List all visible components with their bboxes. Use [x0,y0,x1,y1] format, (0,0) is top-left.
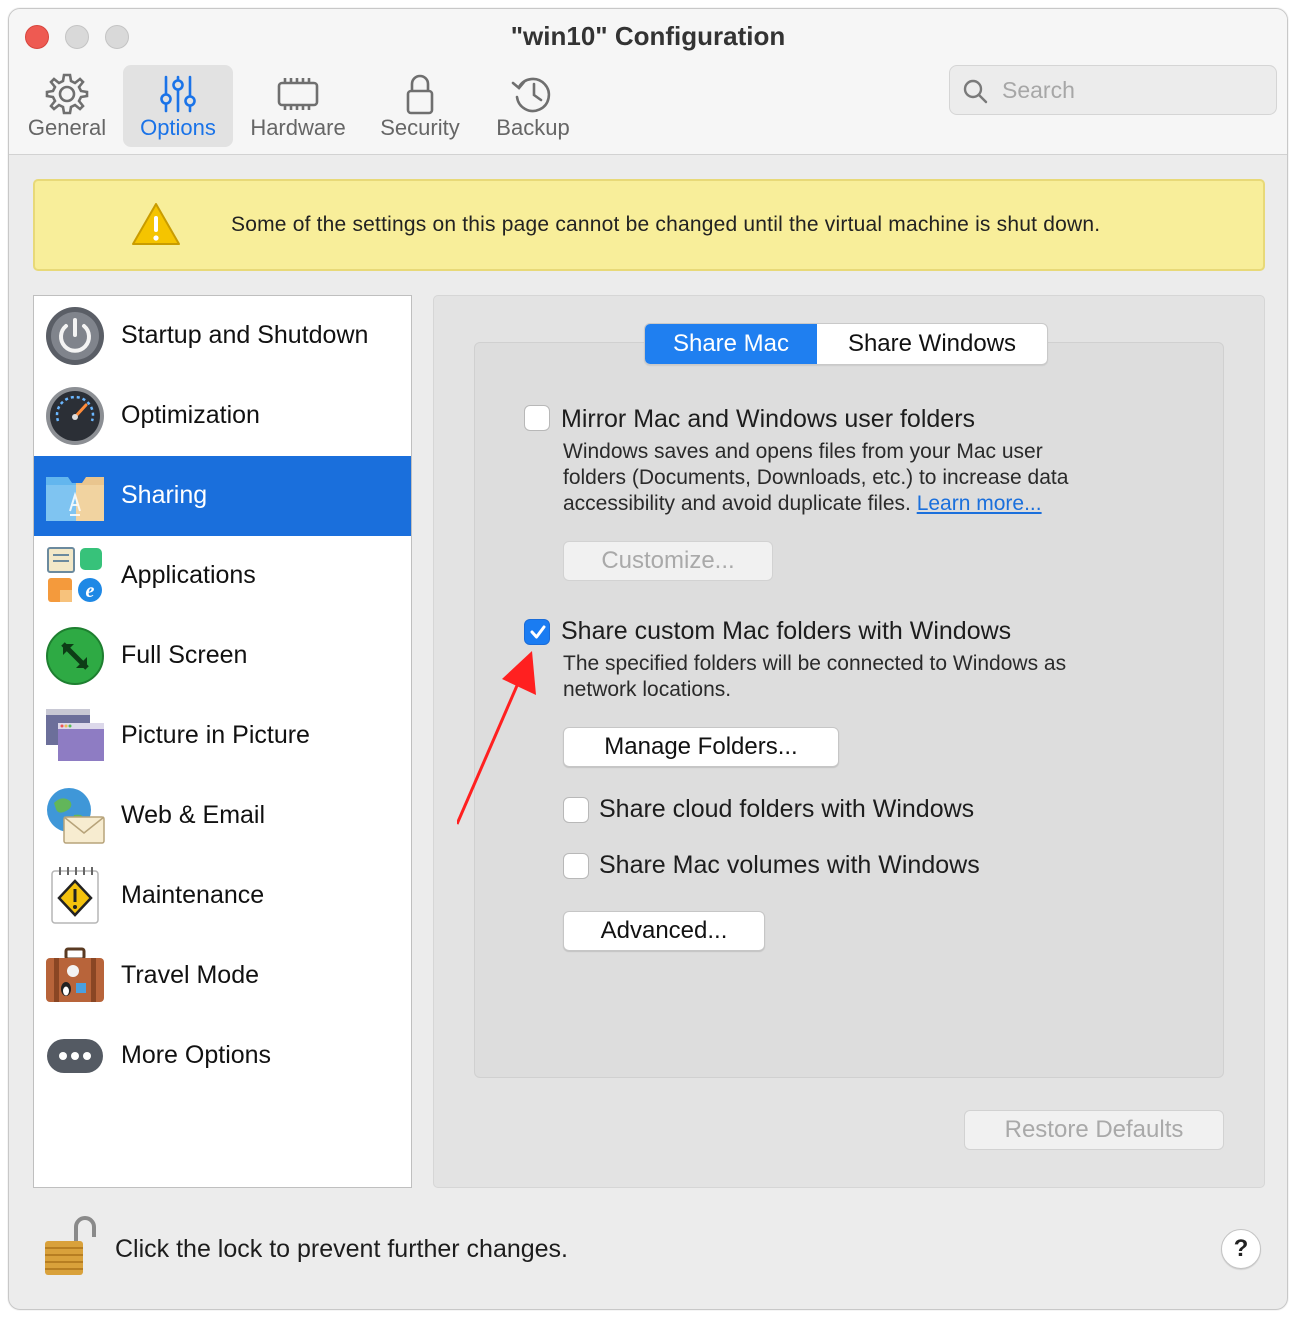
configuration-window: "win10" Configuration General Options Ha… [8,8,1288,1310]
sidebar-item-label: Optimization [121,401,260,429]
mirror-desc-line-2: folders (Documents, Downloads, etc.) to … [563,466,1069,489]
toolbar-security-label: Security [380,115,460,140]
lock-status-text: Click the lock to prevent further change… [115,1235,569,1263]
power-icon [46,307,104,365]
warning-icon [132,203,180,245]
share-tabs: Share Mac Share Windows [644,323,1048,365]
manage-folders-button[interactable]: Manage Folders... [563,727,839,767]
sidebar-item-web-and-email[interactable]: Web & Email [34,776,411,856]
gear-icon [45,73,89,115]
toolbar-general[interactable]: General [19,65,115,147]
sidebar-item-optimization[interactable]: Optimization [34,376,411,456]
maintenance-icon [51,867,99,924]
search-icon [963,79,988,104]
share-cloud-folders-label: Share cloud folders with Windows [599,795,975,823]
open-lock-icon[interactable] [43,1215,97,1279]
search-field[interactable] [949,65,1277,115]
sliders-icon [160,75,196,113]
sidebar-item-label: Travel Mode [121,961,260,989]
suitcase-icon [46,947,104,1002]
full-screen-icon [46,627,104,685]
share-custom-folders-description: The specified folders will be connected … [563,651,1066,703]
more-icon [47,1039,103,1073]
annotation-arrow-icon [457,651,536,825]
share-mac-volumes-checkbox[interactable] [563,853,589,879]
mirror-user-folders-checkbox[interactable] [524,405,550,431]
sidebar-item-full-screen[interactable]: Full Screen [34,616,411,696]
options-sidebar: Startup and Shutdown Optimization Sharin… [33,295,412,1188]
toolbar-hardware[interactable]: Hardware [241,65,355,147]
sidebar-item-label: Applications [121,561,256,589]
applications-icon: e [47,547,102,602]
mirror-user-folders-label: Mirror Mac and Windows user folders [561,405,976,433]
toolbar-security[interactable]: Security [365,65,475,147]
globe-mail-icon [47,788,105,844]
mirror-desc-line-3: accessibility and avoid duplicate files.… [563,491,1068,517]
toolbar-backup[interactable]: Backup [483,65,583,147]
learn-more-link[interactable]: Learn more... [917,492,1042,515]
search-input[interactable] [1002,74,1262,106]
sidebar-item-label: Startup and Shutdown [121,321,369,349]
share-custom-folders-label: Share custom Mac folders with Windows [561,617,1012,645]
tab-share-mac[interactable]: Share Mac [645,324,817,364]
toolbar-general-label: General [27,115,107,140]
tab-share-windows[interactable]: Share Windows [817,324,1047,364]
help-button[interactable]: ? [1221,1229,1261,1269]
advanced-button[interactable]: Advanced... [563,911,765,951]
checkmark-icon [530,625,546,639]
sidebar-item-startup-and-shutdown[interactable]: Startup and Shutdown [34,296,411,376]
chip-icon [277,78,319,110]
share-mac-group: Mirror Mac and Windows user folders Wind… [474,342,1224,1078]
mirror-desc-line-1: Windows saves and opens files from your … [563,440,1043,463]
speedometer-icon [46,387,104,445]
sidebar-item-label: Maintenance [121,881,265,909]
warning-banner-text: Some of the settings on this page cannot… [231,213,1101,236]
window-title: "win10" Configuration [510,21,786,51]
picture-in-picture-icon [46,709,104,761]
sidebar-item-more-options[interactable]: More Options [34,1016,411,1096]
svg-text:e: e [86,580,95,602]
toolbar-options[interactable]: Options [123,65,233,147]
sidebar-item-label: Sharing [121,481,208,509]
sidebar-item-picture-in-picture[interactable]: Picture in Picture [34,696,411,776]
shared-folder-icon [46,477,104,521]
share-cloud-folders-checkbox[interactable] [563,797,589,823]
sharing-panel: Mirror Mac and Windows user folders Wind… [433,295,1265,1188]
mirror-desc-line-3-text: accessibility and avoid duplicate files. [563,492,911,515]
restore-defaults-button[interactable]: Restore Defaults [964,1110,1224,1150]
sidebar-item-applications[interactable]: e Applications [34,536,411,616]
custom-desc-line-1: The specified folders will be connected … [563,652,1067,675]
custom-desc-line-2: network locations. [563,678,732,701]
share-custom-folders-checkbox[interactable] [524,619,550,645]
sidebar-item-label: Full Screen [121,641,248,669]
toolbar-backup-label: Backup [496,115,570,140]
sidebar-item-label: Web & Email [121,801,266,829]
sidebar-item-maintenance[interactable]: Maintenance [34,856,411,936]
sidebar-item-travel-mode[interactable]: Travel Mode [34,936,411,1016]
sidebar-item-label: More Options [121,1041,272,1069]
sidebar-item-label: Picture in Picture [121,721,310,749]
sidebar-item-sharing[interactable]: Sharing [34,456,411,536]
toolbar-hardware-label: Hardware [250,115,346,140]
share-mac-volumes-label: Share Mac volumes with Windows [599,851,980,879]
customize-button[interactable]: Customize... [563,541,773,581]
mirror-user-folders-description: Windows saves and opens files from your … [563,439,1068,517]
clock-history-icon [511,77,551,113]
lock-icon [406,74,434,115]
warning-banner: Some of the settings on this page cannot… [33,179,1265,271]
titlebar: "win10" Configuration General Options Ha… [9,9,1287,155]
toolbar-options-label: Options [140,115,216,140]
